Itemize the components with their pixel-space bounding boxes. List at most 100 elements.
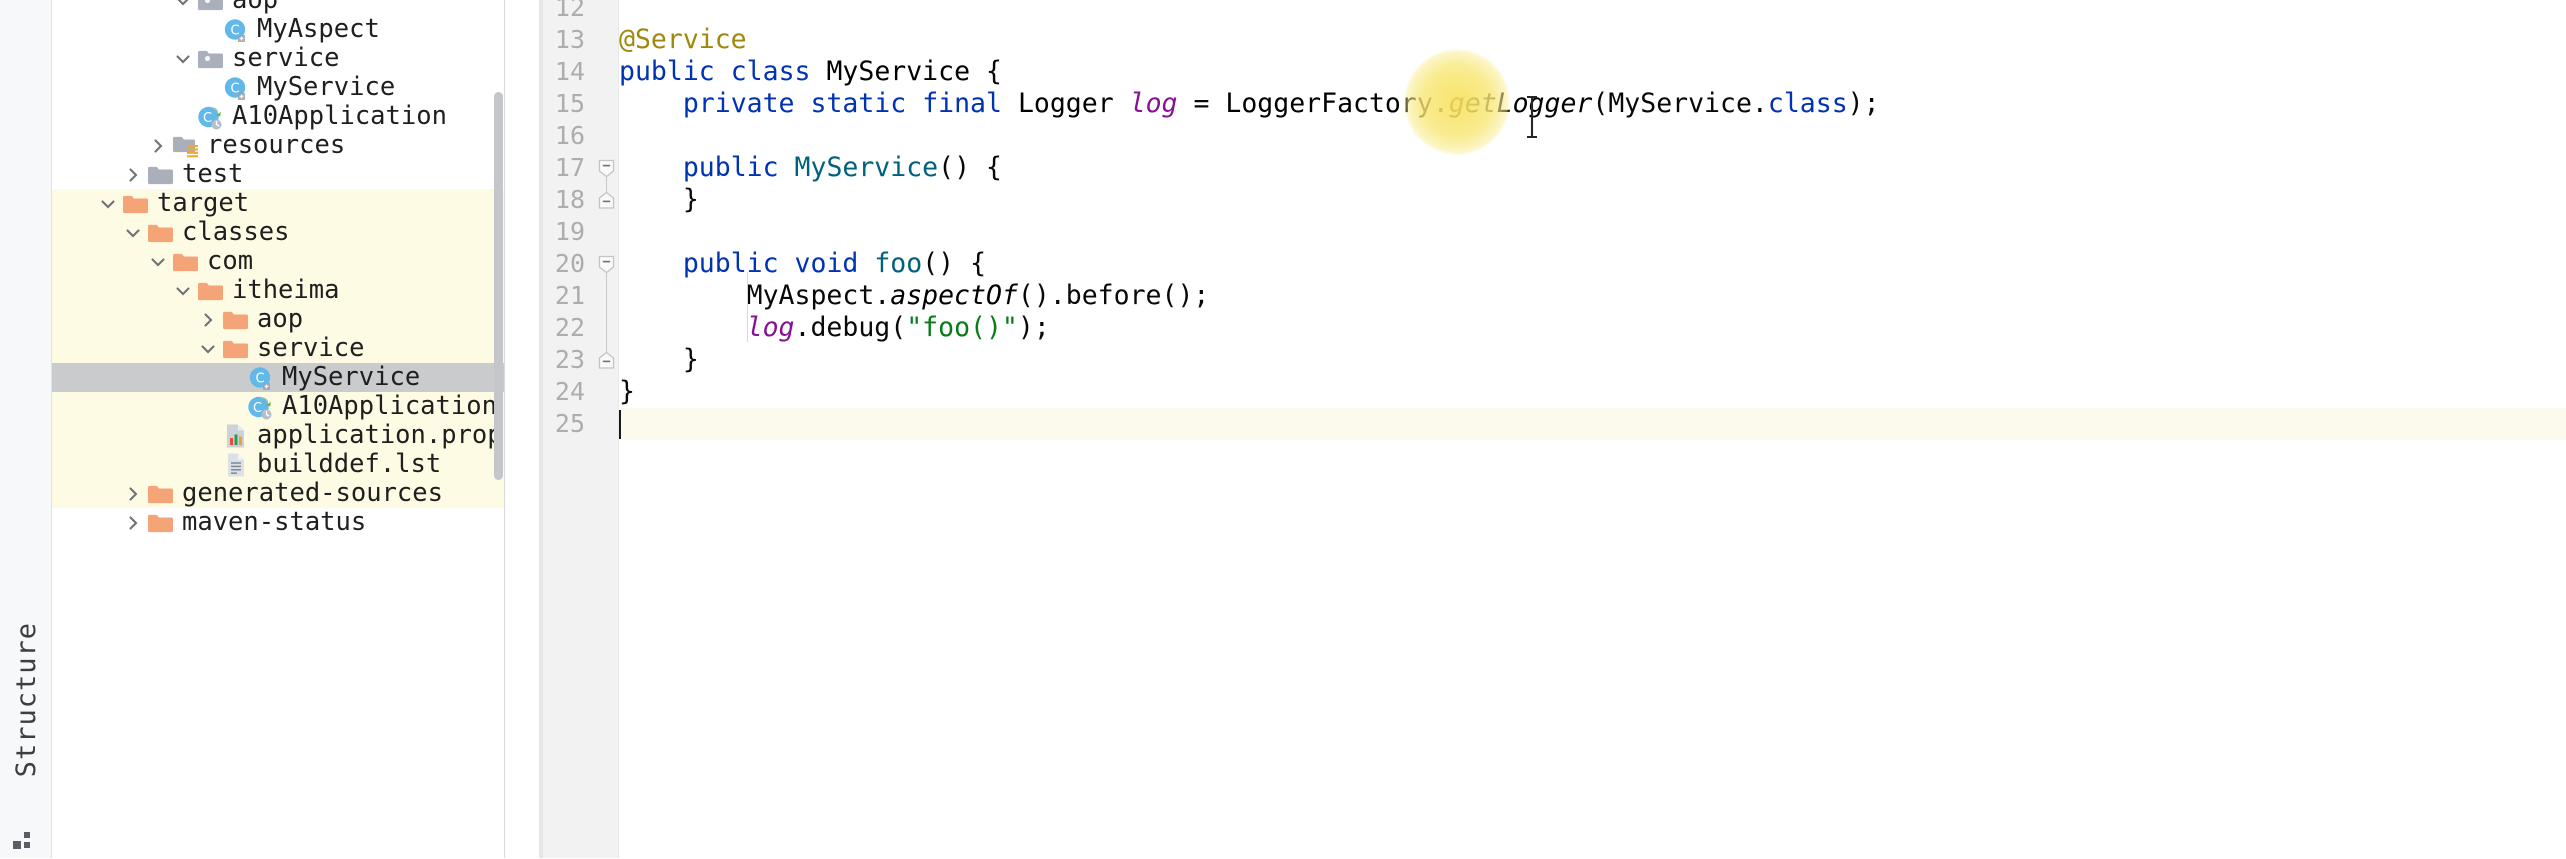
token-punc: );	[1847, 88, 1880, 119]
chevron-right-icon[interactable]	[120, 160, 146, 189]
code-line[interactable]: public class MyService {	[619, 56, 2566, 88]
token-anno: @Service	[619, 24, 747, 55]
code-text-area[interactable]: @Service public class MyService { private…	[619, 0, 2566, 858]
token-mth: foo	[874, 248, 923, 279]
twisty-placeholder	[220, 392, 246, 421]
chevron-down-icon[interactable]	[120, 218, 146, 247]
chevron-down-icon	[101, 199, 115, 208]
tree-item-com[interactable]: com	[52, 247, 504, 276]
line-number: 14	[554, 57, 585, 86]
code-line[interactable]	[619, 408, 2566, 440]
code-line[interactable]: }	[619, 376, 2566, 408]
tree-item-myaspect-src[interactable]: C MyAspect	[52, 15, 504, 44]
token-punc	[715, 56, 731, 87]
code-line-text: }	[619, 184, 699, 216]
twisty-placeholder	[170, 102, 196, 131]
code-line[interactable]	[619, 0, 2566, 24]
chevron-down-icon	[178, 0, 188, 5]
chevron-down-icon[interactable]	[170, 276, 196, 305]
properties-file-icon	[221, 421, 251, 450]
tree-item-resources[interactable]: resources	[52, 131, 504, 160]
spring-class-icon: C	[196, 102, 226, 131]
chevron-down-icon[interactable]	[95, 189, 121, 218]
structure-tool-tab[interactable]: Structure	[0, 580, 52, 820]
chevron-right-icon[interactable]	[120, 508, 146, 537]
code-line[interactable]: @Service	[619, 24, 2566, 56]
package-folder-icon	[196, 0, 226, 15]
svg-text:C: C	[203, 111, 212, 126]
tree-item-itheima[interactable]: itheima	[52, 276, 504, 305]
twisty-placeholder	[195, 73, 221, 102]
code-line[interactable]: log.debug("foo()");	[619, 312, 2566, 344]
code-line[interactable]	[619, 216, 2566, 248]
tree-item-maven-status[interactable]: maven-status	[52, 508, 504, 537]
code-line[interactable]: public void foo() {	[619, 248, 2566, 280]
tree-item-a10application-target[interactable]: C A10Application	[52, 392, 504, 421]
click-ripple-highlight	[1405, 50, 1509, 154]
code-line[interactable]: }	[619, 184, 2566, 216]
tree-item-a10application-src[interactable]: C A10Application	[52, 102, 504, 131]
code-line-text: public class MyService {	[619, 56, 1002, 88]
token-kw: public	[682, 248, 779, 279]
chevron-right-icon	[154, 138, 163, 153]
tree-item-label: application.properties	[257, 420, 504, 450]
twisty-placeholder	[195, 15, 221, 44]
token-punc	[1002, 88, 1018, 119]
tree-item-test[interactable]: test	[52, 160, 504, 189]
code-line[interactable]: MyAspect.aspectOf().before();	[619, 280, 2566, 312]
tree-item-aop-target[interactable]: aop	[52, 305, 504, 334]
tree-item-service-target[interactable]: service	[52, 334, 504, 363]
token-punc: }	[619, 184, 699, 215]
orange-folder-icon	[171, 247, 201, 276]
left-tool-strip: Structure	[0, 0, 52, 858]
code-line-text: }	[619, 376, 635, 408]
tree-item-myservice-target[interactable]: C MyService	[52, 363, 504, 392]
token-punc: .debug(	[794, 312, 907, 343]
class-icon: C	[246, 363, 276, 392]
editor-left-margin	[505, 0, 539, 858]
line-number: 21	[554, 281, 585, 310]
tree-item-service-src[interactable]: service	[52, 44, 504, 73]
token-punc	[619, 152, 683, 183]
chevron-down-icon[interactable]	[145, 247, 171, 276]
fold-gutter[interactable]	[593, 0, 619, 858]
token-ctor: MyService	[794, 152, 939, 183]
tree-item-myservice-src[interactable]: C MyService	[52, 73, 504, 102]
tree-item-builddef-lst[interactable]: builddef.lst	[52, 450, 504, 479]
tree-item-label: MyService	[257, 72, 396, 102]
line-number: 20	[554, 249, 585, 278]
fold-end-icon[interactable]	[597, 191, 616, 210]
token-kw: static	[810, 88, 907, 119]
chevron-right-icon[interactable]	[120, 479, 146, 508]
orange-folder-icon	[146, 508, 176, 537]
code-line-text: MyAspect.aspectOf().before();	[619, 280, 1210, 312]
tree-item-label: aop	[232, 0, 279, 15]
tree-item-generated-sources[interactable]: generated-sources	[52, 479, 504, 508]
orange-folder-icon	[221, 334, 251, 363]
code-line[interactable]: public MyService() {	[619, 152, 2566, 184]
fold-end-icon[interactable]	[597, 351, 616, 370]
code-line[interactable]: private static final Logger log = Logger…	[619, 88, 2566, 120]
token-kw: final	[922, 88, 1002, 119]
token-punc	[619, 88, 683, 119]
token-punc: ().	[1017, 280, 1066, 311]
tree-item-application-properties[interactable]: application.properties	[52, 421, 504, 450]
code-line[interactable]: }	[619, 344, 2566, 376]
chevron-down-icon[interactable]	[195, 334, 221, 363]
token-fld: log	[1129, 88, 1178, 119]
code-editor[interactable]: @Service public class MyService { private…	[505, 0, 2566, 858]
tree-scrollbar-thumb[interactable]	[494, 92, 503, 480]
chevron-right-icon[interactable]	[145, 131, 171, 160]
gray-folder-icon	[146, 160, 176, 189]
tree-item-target[interactable]: target	[52, 189, 504, 218]
tree-item-aop-src[interactable]: aop	[52, 0, 504, 15]
tree-item-classes[interactable]: classes	[52, 218, 504, 247]
code-line[interactable]	[619, 120, 2566, 152]
line-number: 25	[554, 409, 585, 438]
chevron-right-icon[interactable]	[195, 305, 221, 334]
chevron-down-icon[interactable]	[170, 44, 196, 73]
class-icon: C	[221, 73, 251, 102]
project-tree-pane[interactable]: aop C MyAspect service C MyService C A10Applica…	[52, 0, 505, 858]
structure-icon[interactable]	[10, 828, 36, 854]
chevron-down-icon[interactable]	[170, 0, 196, 15]
